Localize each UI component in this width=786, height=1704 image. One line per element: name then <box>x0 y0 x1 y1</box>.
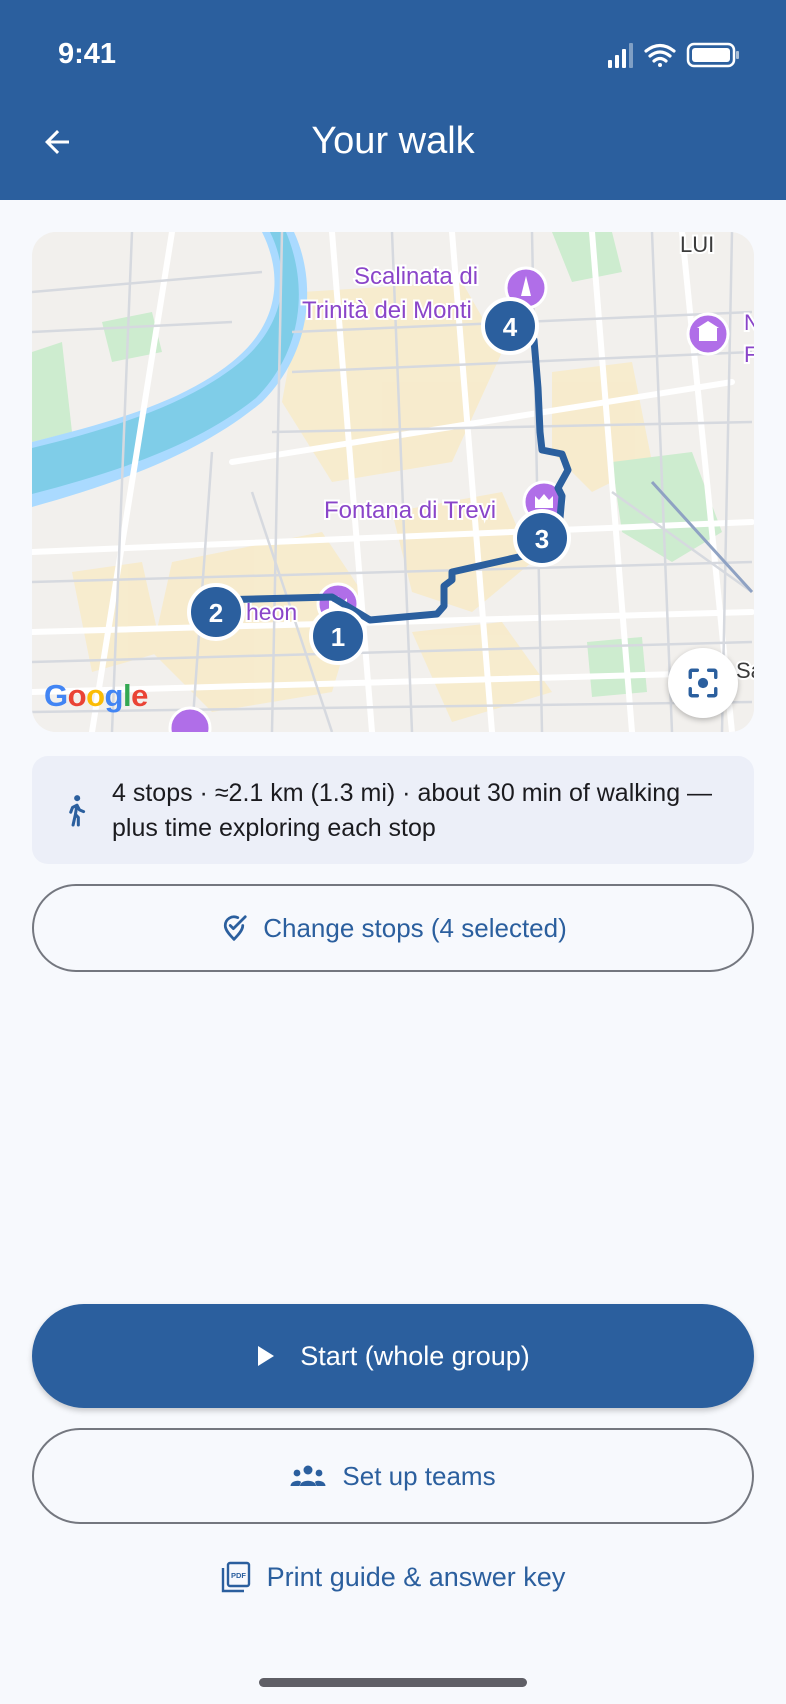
focus-center-icon <box>688 668 718 698</box>
map-label-scalinata-2: Trinità dei Monti <box>302 297 472 324</box>
map-label-pantheon: heon <box>246 599 297 625</box>
teams-label: Set up teams <box>342 1460 496 1491</box>
map-label-edge-sa: Sa <box>736 658 754 683</box>
battery-icon <box>686 42 739 68</box>
play-icon <box>256 1345 276 1367</box>
home-indicator[interactable] <box>259 1678 527 1687</box>
print-guide-button[interactable]: PDF Print guide & answer key <box>0 1556 786 1598</box>
stop-marker-1[interactable]: 1 <box>309 607 367 665</box>
stop-marker-3[interactable]: 3 <box>513 509 571 567</box>
walking-person-icon <box>62 794 90 833</box>
set-up-teams-button[interactable]: Set up teams <box>32 1428 754 1524</box>
change-stops-button[interactable]: Change stops (4 selected) <box>32 884 754 972</box>
edit-location-icon <box>219 913 249 943</box>
status-icons <box>608 42 748 68</box>
top-app-bar: 9:41 Your walk <box>0 0 786 200</box>
page-title: Your walk <box>311 120 475 162</box>
stop-number-2: 2 <box>209 598 223 628</box>
status-time: 9:41 <box>58 38 117 70</box>
recenter-map-button[interactable] <box>668 648 738 718</box>
stop-number-4: 4 <box>503 312 518 342</box>
map-label-edge-n: N <box>744 310 754 335</box>
groups-icon <box>290 1464 326 1488</box>
svg-text:PDF: PDF <box>231 1571 246 1580</box>
route-map[interactable]: LUI Scalinata di Trinità dei Monti Fonta… <box>32 232 754 732</box>
print-label: Print guide & answer key <box>266 1561 566 1592</box>
start-label: Start (whole group) <box>300 1340 530 1371</box>
map-label-edge-f: F <box>744 342 754 367</box>
stop-marker-2[interactable]: 2 <box>187 583 245 641</box>
pdf-icon: PDF <box>221 1561 251 1593</box>
walk-summary-card: 4 stops · ≈2.1 km (1.3 mi) · about 30 mi… <box>32 756 754 864</box>
poi-pin-museum-icon <box>686 312 730 356</box>
google-attribution: Google <box>44 678 148 713</box>
stop-number-3: 3 <box>535 524 549 554</box>
map-label-trevi: Fontana di Trevi <box>324 497 496 524</box>
start-whole-group-button[interactable]: Start (whole group) <box>32 1304 754 1408</box>
map-label-lui: LUI <box>680 232 714 257</box>
stop-number-1: 1 <box>331 622 345 652</box>
map-label-scalinata-1: Scalinata di <box>354 263 478 290</box>
wifi-icon <box>644 43 676 67</box>
cellular-signal-icon <box>608 43 633 68</box>
change-stops-label: Change stops (4 selected) <box>263 912 567 943</box>
stop-marker-4[interactable]: 4 <box>481 297 539 355</box>
walk-summary-text: 4 stops · ≈2.1 km (1.3 mi) · about 30 mi… <box>112 779 713 842</box>
